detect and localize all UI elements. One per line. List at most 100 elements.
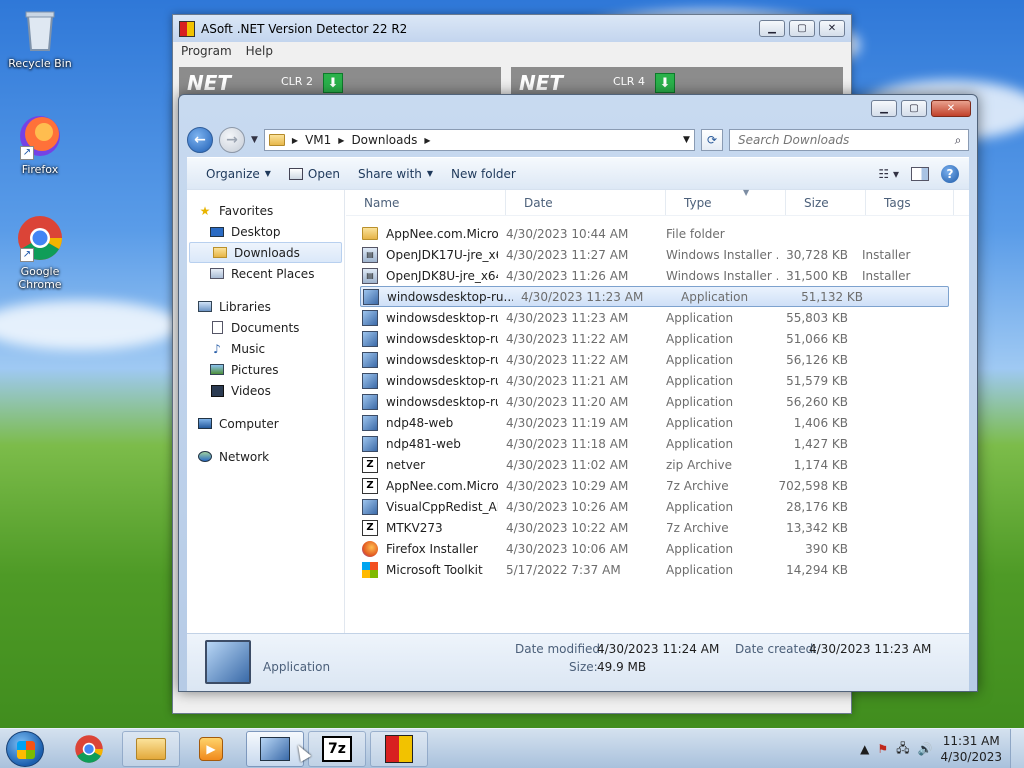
nav-downloads[interactable]: Downloads xyxy=(189,242,342,263)
nav-network[interactable]: Network xyxy=(187,446,344,467)
computer-icon xyxy=(197,417,213,431)
minimize-button[interactable]: ▁ xyxy=(759,20,785,37)
taskbar-asoft[interactable] xyxy=(370,731,428,767)
close-button[interactable]: ✕ xyxy=(819,20,845,37)
caption-buttons: ▁ ▢ ✕ xyxy=(871,100,971,117)
file-date: 4/30/2023 10:06 AM xyxy=(506,541,629,556)
column-header-date[interactable]: Date xyxy=(506,190,666,215)
title-bar[interactable]: ASoft .NET Version Detector 22 R2 xyxy=(173,15,851,42)
column-header-name[interactable]: Name xyxy=(346,190,506,215)
file-row[interactable]: Znetver 4/30/2023 11:02 AM zip Archive 1,17… xyxy=(346,454,969,475)
zip-icon: Z xyxy=(362,519,378,536)
app-icon xyxy=(362,309,378,326)
maximize-button[interactable]: ▢ xyxy=(789,20,815,37)
file-row[interactable]: windowsdesktop-ru... 4/30/2023 11:20 AM Ap… xyxy=(346,391,969,412)
volume-icon[interactable]: 🔊 xyxy=(918,742,933,756)
details-type: Application xyxy=(263,660,331,674)
menu-program[interactable]: Program xyxy=(181,44,232,58)
refresh-button[interactable]: ⟳ xyxy=(701,129,723,151)
file-name: windowsdesktop-ru... xyxy=(386,352,498,367)
date-created-label: Date created: xyxy=(735,642,818,656)
taskbar-explorer[interactable] xyxy=(122,731,180,767)
navigation-pane: ★ Favorites Desktop Downloads Recent Pla… xyxy=(187,190,345,633)
asoft-icon xyxy=(385,735,413,763)
file-row[interactable]: Firefox Installer 4/30/2023 10:06 AM Appli… xyxy=(346,538,969,559)
close-button[interactable]: ✕ xyxy=(931,100,971,117)
file-row[interactable]: ▤ OpenJDK8U-jre_x64... 4/30/2023 11:26 AM W… xyxy=(346,265,969,286)
column-header-size[interactable]: Size xyxy=(786,190,866,215)
nav-music[interactable]: ♪ Music xyxy=(187,338,344,359)
file-row[interactable]: windowsdesktop-ru... 4/30/2023 11:22 AM Ap… xyxy=(346,349,969,370)
new-folder-button[interactable]: New folder xyxy=(442,162,525,186)
taskbar-chrome[interactable] xyxy=(60,731,118,767)
desktop-icon-recycle-bin[interactable]: Recycle Bin xyxy=(2,6,78,70)
clock[interactable]: 11:31 AM 4/30/2023 xyxy=(940,733,1002,765)
file-row[interactable]: windowsdesktop-ru... 4/30/2023 11:23 AM Ap… xyxy=(360,286,949,307)
nav-computer[interactable]: Computer xyxy=(187,413,344,434)
taskbar-7zip[interactable]: 7z xyxy=(308,731,366,767)
maximize-button[interactable]: ▢ xyxy=(901,100,927,117)
desktop-icon-firefox[interactable]: ↗ Firefox xyxy=(2,112,78,176)
file-size: 31,500 KB xyxy=(786,268,848,283)
app-icon xyxy=(362,414,378,431)
search-input[interactable] xyxy=(738,133,948,147)
open-button[interactable]: Open xyxy=(280,162,349,186)
download-arrow-icon[interactable]: ⬇ xyxy=(655,73,675,93)
file-row[interactable]: windowsdesktop-ru... 4/30/2023 11:23 AM Ap… xyxy=(346,307,969,328)
breadcrumb-separator-icon[interactable]: ▶ xyxy=(421,136,433,145)
recent-pages-dropdown[interactable]: ▼ xyxy=(251,135,258,145)
help-icon[interactable]: ? xyxy=(941,164,959,183)
network-icon[interactable]: 🖧 xyxy=(896,739,909,760)
file-row[interactable]: ndp481-web 4/30/2023 11:18 AM Application 1… xyxy=(346,433,969,454)
breadcrumb-separator-icon[interactable]: ▶ xyxy=(335,136,347,145)
download-arrow-icon[interactable]: ⬇ xyxy=(323,73,343,93)
file-row[interactable]: ndp48-web 4/30/2023 11:19 AM Application 1,… xyxy=(346,412,969,433)
share-with-button[interactable]: Share with ▼ xyxy=(349,162,442,186)
nav-label: Desktop xyxy=(231,224,281,239)
file-name-cell: ▤ OpenJDK17U-jre_x6... xyxy=(346,246,498,263)
file-row[interactable]: VisualCppRedist_AI... 4/30/2023 10:26 AM A… xyxy=(346,496,969,517)
file-type: Application xyxy=(666,415,734,430)
column-header-tags[interactable]: Tags xyxy=(866,190,954,215)
file-row[interactable]: Z MTKV273 4/30/2023 10:22 AM 7z Archive 13,3… xyxy=(346,517,969,538)
back-button[interactable]: ← xyxy=(187,127,213,153)
file-row[interactable]: windowsdesktop-ru... 4/30/2023 11:21 AM Ap… xyxy=(346,370,969,391)
nav-favorites[interactable]: ★ Favorites xyxy=(187,200,344,221)
action-center-icon[interactable]: ⚑ xyxy=(877,742,888,756)
breadcrumb-separator-icon[interactable]: ▶ xyxy=(289,136,301,145)
search-icon[interactable]: ⌕ xyxy=(948,133,968,148)
column-header-type[interactable]: Type xyxy=(666,190,786,215)
file-row[interactable]: Z AppNee.com.Micro... 4/30/2023 10:29 AM 7z… xyxy=(346,475,969,496)
file-row[interactable]: Microsoft Toolkit 5/17/2022 7:37 AM Applic… xyxy=(346,559,969,580)
file-row[interactable]: windowsdesktop-ru... 4/30/2023 11:22 AM Ap… xyxy=(346,328,969,349)
nav-videos[interactable]: Videos xyxy=(187,380,344,401)
organize-button[interactable]: Organize ▼ xyxy=(197,162,280,186)
change-view-icon[interactable]: ☷ ▾ xyxy=(878,167,899,181)
breadcrumb-vm1[interactable]: VM1 xyxy=(301,133,335,147)
start-button[interactable] xyxy=(6,731,44,767)
nav-recent-places[interactable]: Recent Places xyxy=(187,263,344,284)
search-box[interactable]: ⌕ xyxy=(729,129,969,151)
forward-button[interactable]: → xyxy=(219,127,245,153)
desktop-icon-chrome[interactable]: ↗ Google Chrome xyxy=(2,214,78,291)
file-type: Application xyxy=(681,289,749,304)
file-date: 4/30/2023 10:29 AM xyxy=(506,478,629,493)
taskbar-media-player[interactable]: ▶ xyxy=(182,731,240,767)
file-row[interactable]: AppNee.com.Micro... 4/30/2023 10:44 AM Fil… xyxy=(346,223,969,244)
address-bar[interactable]: ▶ VM1 ▶ Downloads ▶ ▼ xyxy=(263,129,695,151)
show-hidden-icons-icon[interactable]: ▲ xyxy=(860,742,869,756)
explorer-window[interactable]: ▁ ▢ ✕ ← → ▼ ▶ VM1 ▶ Downloads ▶ ▼ ⟳ ⌕ Or… xyxy=(178,94,978,692)
show-desktop-button[interactable] xyxy=(1010,729,1024,768)
nav-documents[interactable]: Documents xyxy=(187,317,344,338)
breadcrumb-downloads[interactable]: Downloads xyxy=(347,133,421,147)
minimize-button[interactable]: ▁ xyxy=(871,100,897,117)
network-icon xyxy=(197,450,213,464)
menu-help[interactable]: Help xyxy=(246,44,273,58)
nav-desktop[interactable]: Desktop xyxy=(187,221,344,242)
nav-pictures[interactable]: Pictures xyxy=(187,359,344,380)
file-row[interactable]: ▤ OpenJDK17U-jre_x6... 4/30/2023 11:27 AM W… xyxy=(346,244,969,265)
preview-pane-icon[interactable] xyxy=(911,166,929,181)
address-dropdown-icon[interactable]: ▼ xyxy=(678,135,694,145)
7zip-icon: 7z xyxy=(322,736,352,762)
nav-libraries[interactable]: Libraries xyxy=(187,296,344,317)
